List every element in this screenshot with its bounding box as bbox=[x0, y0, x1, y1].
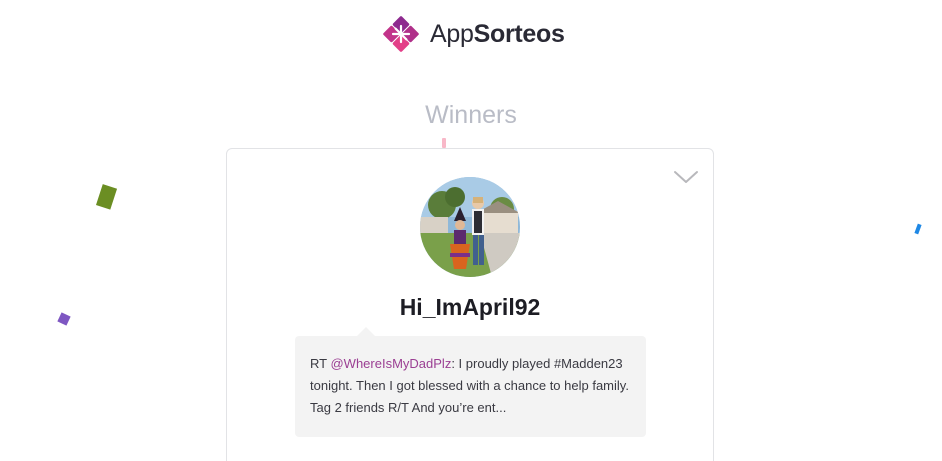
tweet-bubble: RT @WhereIsMyDadPlz: I proudly played #M… bbox=[295, 327, 646, 437]
winner-username[interactable]: Hi_ImApril92 bbox=[227, 294, 713, 321]
confetti-purple bbox=[57, 312, 71, 326]
section-title: Winners bbox=[425, 101, 517, 129]
page: AppSorteos Winners Hi_ImApril92 RT @Wher… bbox=[0, 0, 942, 461]
app-logo[interactable]: AppSorteos bbox=[379, 12, 565, 56]
winner-card: Hi_ImApril92 RT @WhereIsMyDadPlz: I prou… bbox=[226, 148, 714, 461]
tweet-mention-link[interactable]: @WhereIsMyDadPlz bbox=[330, 356, 451, 371]
profile-photo-icon bbox=[420, 177, 520, 277]
chevron-down-icon[interactable] bbox=[673, 169, 699, 185]
tweet-prefix: RT bbox=[310, 356, 331, 371]
logo-text-light: App bbox=[430, 19, 474, 48]
logo-text: AppSorteos bbox=[430, 20, 565, 49]
logo-mark-icon bbox=[383, 16, 419, 52]
avatar[interactable] bbox=[420, 177, 520, 277]
logo-text-bold: Sorteos bbox=[473, 19, 565, 48]
confetti-green bbox=[95, 184, 118, 210]
confetti-blue-right bbox=[914, 223, 922, 235]
